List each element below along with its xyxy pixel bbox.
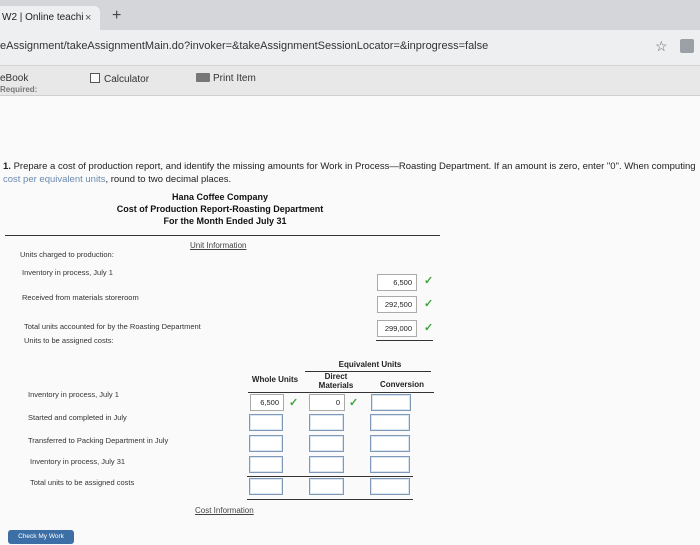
row-label-received-storeroom: Received from materials storeroom (22, 293, 139, 302)
required-heading: Required: (0, 85, 38, 94)
eu-whole-units-transferred-input[interactable] (249, 435, 283, 452)
tab-title: W2 | Online teachi (2, 12, 84, 23)
eu-direct-materials-started-completed-input[interactable] (309, 414, 344, 431)
check-icon: ✓ (424, 298, 434, 310)
header-rule (5, 235, 440, 236)
calculator-label: Calculator (104, 74, 150, 85)
total-double-rule (247, 499, 413, 500)
equivalent-units-header: Equivalent Units (338, 360, 402, 369)
bookmark-star-icon[interactable]: ☆ (655, 38, 668, 55)
subtotal-rule (247, 476, 413, 477)
eu-whole-units-started-completed-input[interactable] (249, 414, 283, 431)
print-item-label: Print Item (213, 73, 256, 84)
eu-row-label-inventory-july-1: Inventory in process, July 1 (28, 390, 119, 399)
eu-direct-materials-inventory-july-1[interactable]: 0 (309, 394, 345, 411)
instruction-highlight[interactable]: cost per equivalent units (3, 174, 105, 185)
eu-row-label-transferred-packing: Transferred to Packing Department in Jul… (28, 436, 169, 445)
total-accounted-value[interactable]: 299,000 (377, 320, 417, 337)
units-charged-heading: Units charged to production: (20, 250, 114, 259)
check-icon: ✓ (424, 275, 434, 287)
instruction-text-after: , round to two decimal places. (105, 174, 232, 185)
eu-row-label-started-completed: Started and completed in July (28, 413, 127, 422)
eu-whole-units-inventory-july-1[interactable]: 6,500 (250, 394, 284, 411)
eu-direct-materials-total-input[interactable] (309, 478, 344, 495)
url-text[interactable]: eAssignment/takeAssignmentMain.do?invoke… (0, 40, 488, 52)
assignment-content: 1. Prepare a cost of production report, … (0, 96, 700, 545)
col-header-conversion: Conversion (379, 380, 424, 389)
browser-tab-strip: W2 | Online teachi × + (0, 0, 700, 30)
col-header-whole-units: Whole Units (251, 375, 299, 384)
eu-whole-units-inventory-july-31-input[interactable] (249, 456, 283, 473)
eu-whole-units-total-input[interactable] (249, 478, 283, 495)
eu-row-label-inventory-july-31: Inventory in process, July 31 (30, 457, 126, 466)
inventory-july-1-value[interactable]: 6,500 (377, 274, 417, 291)
print-item-button[interactable]: Print Item (196, 73, 256, 84)
browser-tab[interactable]: W2 | Online teachi × (0, 6, 100, 30)
new-tab-icon[interactable]: + (112, 8, 121, 24)
eu-conversion-inventory-july-1-input[interactable] (371, 394, 411, 411)
column-header-rule (248, 392, 434, 393)
unit-information-link[interactable]: Unit Information (190, 241, 246, 250)
company-name: Hana Coffee Company (171, 192, 269, 202)
row-label-total-accounted: Total units accounted for by the Roastin… (24, 322, 201, 331)
eu-conversion-total-input[interactable] (370, 478, 410, 495)
close-icon[interactable]: × (85, 6, 91, 30)
col-header-direct-materials: Direct Materials (318, 372, 354, 390)
eu-direct-materials-transferred-input[interactable] (309, 435, 344, 452)
printer-icon (196, 73, 210, 82)
ebook-button[interactable]: eBook (0, 73, 28, 84)
check-icon: ✓ (349, 397, 359, 409)
report-title: Cost of Production Report-Roasting Depar… (116, 204, 324, 214)
instructions: 1. Prepare a cost of production report, … (3, 160, 698, 186)
received-storeroom-value[interactable]: 292,500 (377, 296, 417, 313)
check-icon: ✓ (424, 322, 434, 334)
report-period: For the Month Ended July 31 (163, 216, 287, 226)
total-rule (376, 340, 433, 341)
calculator-button[interactable]: Calculator (90, 73, 149, 85)
address-bar[interactable]: eAssignment/takeAssignmentMain.do?invoke… (0, 30, 700, 66)
extension-icon[interactable] (680, 39, 694, 53)
assignment-toolbar: eBook Calculator Print Item Required: (0, 66, 700, 96)
eu-conversion-started-completed-input[interactable] (370, 414, 410, 431)
eu-row-label-total-assigned: Total units to be assigned costs (30, 478, 135, 487)
row-label-inventory-july-1: Inventory in process, July 1 (22, 268, 113, 277)
instruction-number: 1. (3, 161, 11, 172)
instruction-text-before: Prepare a cost of production report, and… (13, 161, 696, 172)
eu-conversion-inventory-july-31-input[interactable] (370, 456, 410, 473)
units-assigned-heading: Units to be assigned costs: (24, 336, 114, 345)
check-icon: ✓ (289, 397, 299, 409)
check-my-work-button[interactable]: Check My Work (8, 530, 74, 544)
calculator-icon (90, 73, 100, 83)
eu-direct-materials-inventory-july-31-input[interactable] (309, 456, 344, 473)
cost-information-link[interactable]: Cost Information (195, 506, 254, 515)
eu-conversion-transferred-input[interactable] (370, 435, 410, 452)
